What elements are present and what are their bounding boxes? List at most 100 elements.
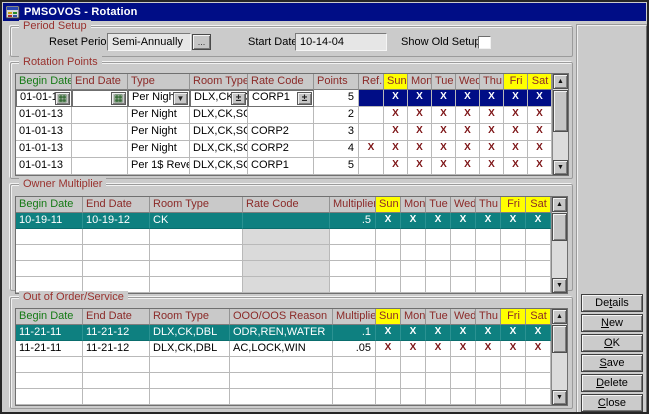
day-mark-cell[interactable]: X xyxy=(480,107,504,124)
grid-cell[interactable]: CORP1± xyxy=(248,90,314,107)
grid-cell[interactable] xyxy=(16,357,83,373)
grid-cell[interactable]: ODR,REN,WATER xyxy=(230,325,333,341)
table-row[interactable]: 11-21-1111-21-12DLX,CK,DBLAC,LOCK,WIN.05… xyxy=(16,341,551,357)
day-mark-cell[interactable] xyxy=(401,245,426,261)
day-mark-cell[interactable] xyxy=(526,389,551,405)
grid-cell[interactable] xyxy=(150,357,230,373)
day-mark-cell[interactable] xyxy=(376,389,401,405)
day-mark-cell[interactable]: X xyxy=(384,107,408,124)
day-mark-cell[interactable]: X xyxy=(456,124,480,141)
grid-cell[interactable]: DLX,CK,SGK,K xyxy=(190,124,248,141)
scroll-down-button[interactable]: ▼ xyxy=(552,390,567,405)
scroll-down-button[interactable]: ▼ xyxy=(552,278,567,293)
grid-cell[interactable] xyxy=(243,277,330,293)
day-mark-cell[interactable]: X xyxy=(456,158,480,175)
grid-cell[interactable] xyxy=(150,261,243,277)
day-mark-cell[interactable]: X xyxy=(476,325,501,341)
grid-cell[interactable]: 01-01-13 xyxy=(16,158,72,175)
grid-cell[interactable]: 01-01-13 xyxy=(16,141,72,158)
day-mark-cell[interactable]: X xyxy=(480,158,504,175)
day-mark-cell[interactable] xyxy=(426,261,451,277)
grid-cell[interactable] xyxy=(150,229,243,245)
day-mark-cell[interactable]: X xyxy=(408,158,432,175)
table-row[interactable]: 01-01-13Per 1$ RevenuDLX,CK,SGK,KCORP15X… xyxy=(16,158,552,175)
grid-cell[interactable]: DLX,CK,DBL xyxy=(150,325,230,341)
grid-cell[interactable]: 4 xyxy=(314,141,359,158)
grid-cell[interactable] xyxy=(359,158,384,175)
day-mark-cell[interactable]: X xyxy=(408,124,432,141)
day-mark-cell[interactable]: X xyxy=(384,90,408,107)
day-mark-cell[interactable] xyxy=(401,277,426,293)
grid-cell[interactable] xyxy=(330,261,376,277)
grid-cell[interactable] xyxy=(16,373,83,389)
scrollbar-thumb[interactable] xyxy=(553,90,568,132)
table-row[interactable] xyxy=(16,389,551,405)
day-mark-cell[interactable]: X xyxy=(384,124,408,141)
grid-cell[interactable] xyxy=(243,213,330,229)
scroll-up-button[interactable]: ▲ xyxy=(553,74,568,89)
grid-cell[interactable] xyxy=(243,261,330,277)
grid-cell[interactable]: DLX,CK,SG± xyxy=(190,90,248,107)
day-mark-cell[interactable]: X xyxy=(528,124,552,141)
grid-cell[interactable]: .05 xyxy=(333,341,376,357)
grid-cell[interactable]: .1 xyxy=(333,325,376,341)
table-row[interactable]: 01-01-13▦▦Per Night▼DLX,CK,SG±CORP1±5XXX… xyxy=(16,90,552,107)
details-button[interactable]: Details xyxy=(581,294,643,312)
day-mark-cell[interactable] xyxy=(476,357,501,373)
day-mark-cell[interactable] xyxy=(476,261,501,277)
day-mark-cell[interactable]: X xyxy=(480,124,504,141)
day-mark-cell[interactable]: X xyxy=(526,213,551,229)
day-mark-cell[interactable] xyxy=(476,389,501,405)
day-mark-cell[interactable]: X xyxy=(501,325,526,341)
day-mark-cell[interactable]: X xyxy=(401,213,426,229)
day-mark-cell[interactable] xyxy=(426,229,451,245)
day-mark-cell[interactable]: X xyxy=(476,213,501,229)
grid-cell[interactable] xyxy=(72,158,128,175)
day-mark-cell[interactable]: X xyxy=(528,90,552,107)
grid-cell[interactable] xyxy=(359,107,384,124)
grid-cell[interactable]: 2 xyxy=(314,107,359,124)
vertical-scrollbar[interactable]: ▲▼ xyxy=(551,309,567,405)
day-mark-cell[interactable]: X xyxy=(376,325,401,341)
vertical-scrollbar[interactable]: ▲▼ xyxy=(551,197,567,293)
day-mark-cell[interactable]: X xyxy=(401,325,426,341)
day-mark-cell[interactable] xyxy=(401,229,426,245)
day-mark-cell[interactable]: X xyxy=(528,107,552,124)
scrollbar-thumb[interactable] xyxy=(552,325,567,353)
grid-cell[interactable] xyxy=(83,261,150,277)
day-mark-cell[interactable] xyxy=(451,245,476,261)
day-mark-cell[interactable] xyxy=(376,277,401,293)
grid-cell[interactable] xyxy=(72,141,128,158)
grid-cell[interactable]: 11-21-12 xyxy=(83,341,150,357)
grid-cell[interactable] xyxy=(330,245,376,261)
day-mark-cell[interactable] xyxy=(451,389,476,405)
day-mark-cell[interactable]: X xyxy=(408,107,432,124)
grid-cell[interactable]: 11-21-12 xyxy=(83,325,150,341)
grid-cell[interactable]: 10-19-12 xyxy=(83,213,150,229)
grid-cell[interactable] xyxy=(230,373,333,389)
day-mark-cell[interactable]: X xyxy=(504,158,528,175)
grid-cell[interactable] xyxy=(150,245,243,261)
grid-cell[interactable]: 3 xyxy=(314,124,359,141)
day-mark-cell[interactable]: X xyxy=(408,141,432,158)
day-mark-cell[interactable] xyxy=(526,357,551,373)
day-mark-cell[interactable] xyxy=(401,389,426,405)
grid-cell[interactable]: DLX,CK,SGK,K xyxy=(190,107,248,124)
day-mark-cell[interactable]: X xyxy=(480,141,504,158)
day-mark-cell[interactable] xyxy=(501,373,526,389)
day-mark-cell[interactable] xyxy=(501,229,526,245)
day-mark-cell[interactable]: X xyxy=(432,90,456,107)
day-mark-cell[interactable]: X xyxy=(504,141,528,158)
table-row[interactable]: 11-21-1111-21-12DLX,CK,DBLODR,REN,WATER.… xyxy=(16,325,551,341)
grid-cell[interactable]: DLX,CK,SGK,K xyxy=(190,158,248,175)
grid-cell[interactable] xyxy=(72,107,128,124)
grid-cell[interactable] xyxy=(333,357,376,373)
scroll-up-button[interactable]: ▲ xyxy=(552,197,567,212)
grid-cell[interactable] xyxy=(359,124,384,141)
grid-cell[interactable]: Per Night▼ xyxy=(128,90,190,107)
day-mark-cell[interactable] xyxy=(376,229,401,245)
grid-cell[interactable]: CORP2 xyxy=(248,124,314,141)
grid-cell[interactable] xyxy=(243,229,330,245)
day-mark-cell[interactable] xyxy=(426,389,451,405)
list-of-values-icon[interactable]: ± xyxy=(231,92,246,105)
